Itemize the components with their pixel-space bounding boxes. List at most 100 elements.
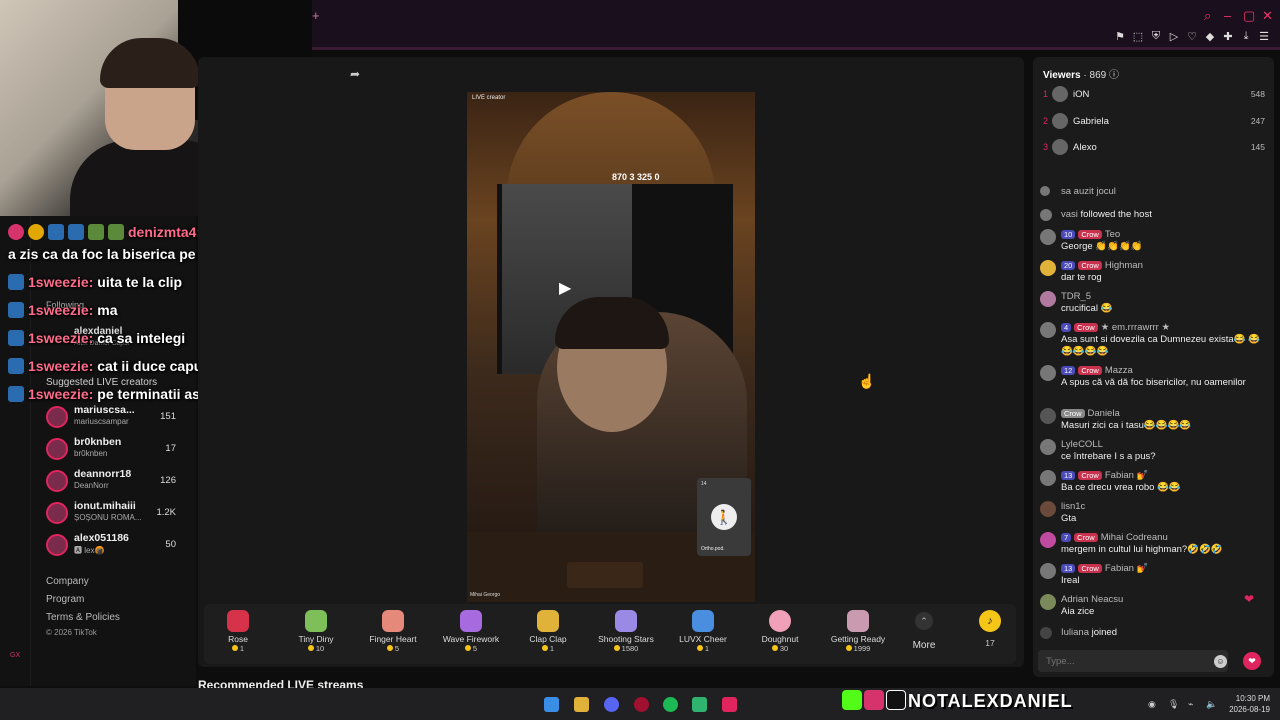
avatar — [1040, 408, 1056, 424]
viewers-header[interactable]: Viewers · 869 ⓘ — [1043, 66, 1119, 81]
gift-item[interactable]: Wave Firework 5 — [436, 606, 506, 653]
more-gifts-button[interactable]: ⌃ More — [904, 612, 944, 651]
gift-item[interactable]: Doughnut 30 — [745, 606, 815, 653]
puzzle-icon[interactable]: ✚ — [1222, 30, 1234, 43]
rose-icon — [227, 610, 249, 632]
chat-message: TDR_5 crucifical 😂 — [1040, 291, 1265, 319]
fan-badge: Crow — [1078, 471, 1102, 480]
top-viewer-row[interactable]: 1 iON 548 — [1043, 85, 1265, 105]
avatar — [1040, 439, 1056, 455]
footer-link-company[interactable]: Company — [46, 576, 89, 587]
chat-user[interactable]: ★ em.rrrawrrr ★ — [1101, 322, 1170, 333]
footer-link-terms[interactable]: Terms & Policies — [46, 612, 120, 623]
tiktok-icon[interactable] — [722, 697, 737, 712]
badge-icon — [8, 302, 24, 318]
gift-name: Tiny Diny — [298, 634, 334, 644]
chat-message: 10 Crow Teo George 👏👏👏👏 — [1040, 229, 1265, 257]
gift-item[interactable]: Tiny Diny 10 — [281, 606, 351, 653]
overlay-user: 1sweezie: — [28, 330, 94, 346]
level-badge: 10 — [1061, 230, 1076, 239]
mini-guest-tile[interactable]: 14 🚶 Ortho.pod. — [697, 478, 751, 556]
bookmark-icon[interactable]: ⚑ — [1114, 30, 1126, 43]
chat-user[interactable]: TDR_5 — [1061, 291, 1091, 302]
top-viewer-row[interactable]: 2 Gabriela 247 — [1043, 112, 1265, 132]
screenshot-icon[interactable]: ⬚ — [1132, 30, 1144, 43]
minimize-icon[interactable]: – — [1224, 8, 1231, 23]
creator-item[interactable]: alex051186 🅰 lex🍘 50 — [46, 532, 186, 560]
file-explorer-icon[interactable] — [574, 697, 589, 712]
discord-tray-icon[interactable]: ◉ — [1148, 699, 1156, 710]
play-icon[interactable]: ▷ — [1168, 30, 1180, 43]
join-icon — [1040, 627, 1052, 639]
gift-item[interactable]: Shooting Stars 1580 — [591, 606, 661, 653]
search-icon[interactable]: ⌕ — [1204, 8, 1211, 24]
coin-balance: 17 — [985, 638, 995, 648]
clock[interactable]: 10:30 PM 2026-08-19 — [1228, 693, 1270, 715]
volume-icon[interactable]: 🔈 — [1206, 699, 1217, 710]
chat-user[interactable]: lisn1c — [1061, 501, 1085, 512]
chat-user[interactable]: Fabian 💅 — [1105, 470, 1149, 481]
cheer-icon — [692, 610, 714, 632]
footer-link-program[interactable]: Program — [46, 594, 84, 605]
download-icon[interactable]: ⤓ — [1240, 30, 1252, 43]
gift-price: 30 — [745, 644, 815, 653]
instagram-icon — [864, 690, 884, 710]
chat-input[interactable] — [1038, 650, 1228, 672]
share-icon[interactable]: ➦ — [350, 67, 360, 81]
fan-badge: Crow — [1078, 261, 1102, 270]
chat-user[interactable]: LyleCOLL — [1061, 439, 1103, 450]
coins-button[interactable]: ♪ 17 — [975, 610, 1005, 648]
chat-text: crucifical 😂 — [1061, 303, 1113, 314]
shield-icon[interactable]: ⛨ — [1150, 30, 1162, 43]
clap-icon — [537, 610, 559, 632]
live-video[interactable]: LIVE creator 870 3 325 0 ▶ Mihai Georgo … — [467, 92, 755, 602]
chevron-up-icon: ⌃ — [915, 612, 933, 630]
creator-item[interactable]: mariuscsa... mariuscsampar 151 — [46, 404, 186, 432]
avatar — [1040, 260, 1056, 276]
chat-user[interactable]: Fabian 💅 — [1105, 563, 1149, 574]
mic-icon[interactable]: 🎙 — [1168, 699, 1179, 710]
gift-item[interactable]: LUVX Cheer 1 — [668, 606, 738, 653]
viewer-count: 50 — [165, 539, 176, 550]
chat-user[interactable]: Daniela — [1088, 408, 1120, 419]
chat-text: Ireal — [1061, 575, 1080, 586]
chat-user[interactable]: Mazza — [1105, 365, 1133, 376]
discord-icon[interactable] — [604, 697, 619, 712]
extension-icon[interactable]: ◆ — [1204, 30, 1216, 43]
heart-icon[interactable]: ❤ — [1244, 592, 1254, 606]
creator-item[interactable]: deannorr18 DeanNorr 126 — [46, 468, 186, 496]
chat-user[interactable]: Iuliana — [1061, 627, 1089, 638]
gift-heart-icon[interactable]: ❤ — [1243, 652, 1261, 670]
new-tab-button[interactable]: + — [312, 8, 320, 23]
chat-message: 4 Crow ★ em.rrrawrrr ★ Asa sunt si dovezila… — [1040, 322, 1265, 362]
creator-item[interactable]: ionut.mihaiii ȘOȘONU ROMA... 1.2K — [46, 500, 186, 528]
top-viewer-row[interactable]: 3 Alexo 145 — [1043, 138, 1265, 158]
chat-text: dar te rog — [1061, 272, 1102, 283]
gift-item[interactable]: Rose 1 — [203, 606, 273, 653]
info-icon[interactable]: ⓘ — [1109, 70, 1119, 81]
gift-item[interactable]: Clap Clap 1 — [513, 606, 583, 653]
chat-user[interactable]: Mihai Codreanu — [1101, 532, 1168, 543]
viewer-count: 151 — [160, 411, 176, 422]
opera-gx-icon[interactable] — [634, 697, 649, 712]
gift-item[interactable]: Finger Heart 5 — [358, 606, 428, 653]
close-icon[interactable]: ✕ — [1262, 8, 1273, 24]
menu-icon[interactable]: ☰ — [1258, 30, 1270, 43]
chat-user[interactable]: Teo — [1105, 229, 1120, 240]
chat-input-box[interactable] — [1038, 650, 1228, 672]
maximize-icon[interactable]: ▢ — [1243, 8, 1255, 24]
overlay-chat-line: 1sweezie: uita te la clip — [8, 274, 182, 290]
heart-icon[interactable]: ♡ — [1186, 30, 1198, 43]
spotify-icon[interactable] — [663, 697, 678, 712]
gift-item[interactable]: Getting Ready 1999 — [823, 606, 893, 653]
chat-user[interactable]: Highman — [1105, 260, 1143, 271]
network-icon[interactable]: ⌁ — [1188, 699, 1193, 710]
creator-item[interactable]: br0knben br0knben 17 — [46, 436, 186, 464]
windows-start-icon[interactable] — [544, 697, 559, 712]
chat-user[interactable]: Adrian Neacsu — [1061, 594, 1123, 605]
play-icon[interactable]: ▶ — [559, 278, 571, 298]
emoji-icon[interactable]: ☺ — [1214, 655, 1227, 668]
chat-user[interactable]: vasi — [1061, 209, 1078, 220]
video-stats: 870 3 325 0 — [612, 172, 660, 182]
app-icon[interactable] — [692, 697, 707, 712]
